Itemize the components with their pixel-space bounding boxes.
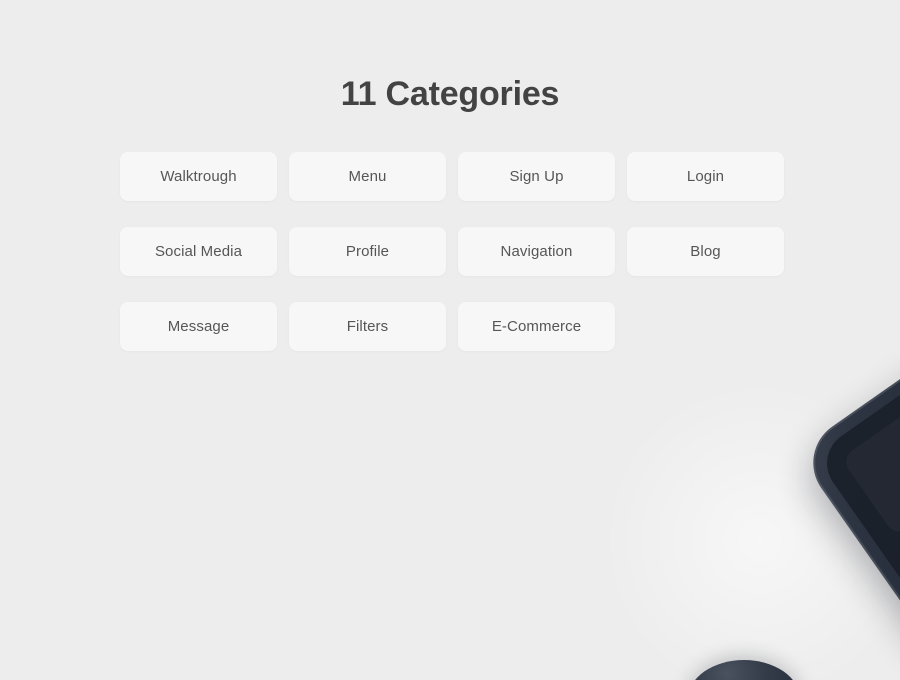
category-button-navigation[interactable]: Navigation [458,227,615,276]
category-button-label: Message [167,318,230,335]
category-button-blog[interactable]: Blog [627,227,784,276]
category-button-walktrough[interactable]: Walktrough [120,152,277,201]
category-button-label: Sign Up [509,168,564,185]
category-button-menu[interactable]: Menu [289,152,446,201]
category-button-label: Login [686,168,725,185]
category-button-label: Filters [346,318,389,335]
category-button-login[interactable]: Login [627,152,784,201]
category-button-label: Navigation [500,243,573,260]
category-button-message[interactable]: Message [120,302,277,351]
category-button-label: Profile [345,243,390,260]
category-button-label: Menu [348,168,387,185]
page-title: 11 Categories [340,74,560,113]
category-grid: Walktrough Menu Sign Up Login Social Med… [120,152,784,351]
category-button-filters[interactable]: Filters [289,302,446,351]
category-button-label: Walktrough [160,168,237,185]
category-button-social-media[interactable]: Social Media [120,227,277,276]
category-button-label: Social Media [154,243,243,260]
page-canvas: 11 Categories Walktrough Menu Sign Up Lo… [0,0,900,680]
category-button-label: Blog [690,243,721,260]
category-button-label: E-Commerce [491,318,582,335]
background-glow [600,380,900,680]
category-button-sign-up[interactable]: Sign Up [458,152,615,201]
category-button-profile[interactable]: Profile [289,227,446,276]
category-button-e-commerce[interactable]: E-Commerce [458,302,615,351]
